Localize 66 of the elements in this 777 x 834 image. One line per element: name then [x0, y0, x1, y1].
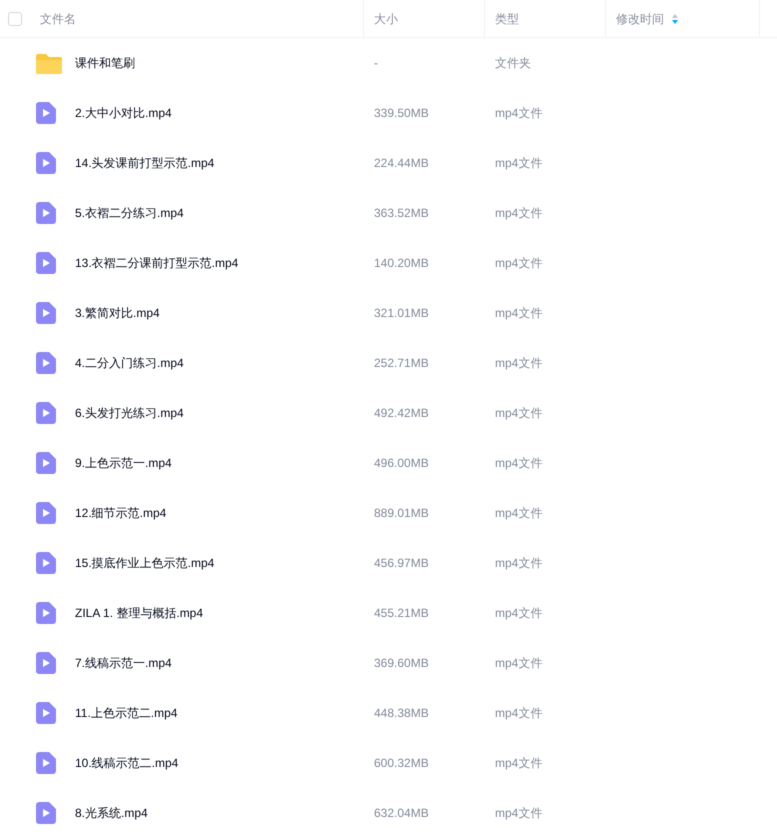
video-file-icon: [36, 302, 56, 324]
video-file-icon: [36, 752, 56, 774]
file-name[interactable]: 7.线稿示范一.mp4: [75, 654, 172, 672]
file-type: mp4文件: [495, 106, 542, 120]
file-type: mp4文件: [495, 406, 542, 420]
file-type: mp4文件: [495, 456, 542, 470]
select-all-checkbox[interactable]: [8, 12, 22, 26]
file-size: 363.52MB: [374, 206, 429, 220]
file-size: 140.20MB: [374, 256, 429, 270]
file-name[interactable]: 8.光系统.mp4: [75, 804, 148, 822]
file-type: mp4文件: [495, 606, 542, 620]
video-file-icon: [36, 452, 56, 474]
video-file-icon: [36, 402, 56, 424]
file-name[interactable]: 11.上色示范二.mp4: [75, 704, 178, 722]
file-type: mp4文件: [495, 706, 542, 720]
file-size: 321.01MB: [374, 306, 429, 320]
file-type: mp4文件: [495, 506, 542, 520]
video-file-icon: [36, 702, 56, 724]
file-name[interactable]: 3.繁简对比.mp4: [75, 304, 160, 322]
file-type: mp4文件: [495, 356, 542, 370]
video-file-icon: [36, 802, 56, 824]
file-size: 339.50MB: [374, 106, 429, 120]
file-type: mp4文件: [495, 306, 542, 320]
file-size: 492.42MB: [374, 406, 429, 420]
file-size: 632.04MB: [374, 806, 429, 820]
file-type: mp4文件: [495, 206, 542, 220]
file-size: 448.38MB: [374, 706, 429, 720]
file-name[interactable]: 15.摸底作业上色示范.mp4: [75, 554, 214, 572]
file-size: 369.60MB: [374, 656, 429, 670]
file-name[interactable]: 13.衣褶二分课前打型示范.mp4: [75, 254, 238, 272]
file-name[interactable]: 10.线稿示范二.mp4: [75, 754, 178, 772]
file-size: 496.00MB: [374, 456, 429, 470]
file-size: 600.32MB: [374, 756, 429, 770]
file-size: 455.21MB: [374, 606, 429, 620]
file-size: 224.44MB: [374, 156, 429, 170]
video-file-icon: [36, 152, 56, 174]
folder-icon: [36, 52, 62, 74]
file-name[interactable]: 14.头发课前打型示范.mp4: [75, 154, 214, 172]
file-name[interactable]: 6.头发打光练习.mp4: [75, 404, 184, 422]
file-type: mp4文件: [495, 656, 542, 670]
video-file-icon: [36, 202, 56, 224]
video-file-icon: [36, 352, 56, 374]
video-file-icon: [36, 502, 56, 524]
file-name[interactable]: ZILA 1. 整理与概括.mp4: [75, 604, 204, 622]
video-file-icon: [36, 652, 56, 674]
video-file-icon: [36, 102, 56, 124]
file-size: 252.71MB: [374, 356, 429, 370]
file-size: 889.01MB: [374, 506, 429, 520]
video-file-icon: [36, 552, 56, 574]
file-name[interactable]: 5.衣褶二分练习.mp4: [75, 204, 184, 222]
sort-icon[interactable]: [672, 14, 678, 24]
file-type: mp4文件: [495, 806, 542, 820]
file-name[interactable]: 4.二分入门练习.mp4: [75, 354, 184, 372]
file-type: mp4文件: [495, 156, 542, 170]
file-type: mp4文件: [495, 256, 542, 270]
file-type: mp4文件: [495, 756, 542, 770]
file-name[interactable]: 课件和笔刷: [75, 54, 135, 72]
file-size: -: [374, 56, 378, 70]
video-file-icon: [36, 602, 56, 624]
file-type: 文件夹: [495, 56, 531, 70]
file-size: 456.97MB: [374, 556, 429, 570]
file-type: mp4文件: [495, 556, 542, 570]
file-name[interactable]: 12.细节示范.mp4: [75, 504, 166, 522]
file-name[interactable]: 9.上色示范一.mp4: [75, 454, 172, 472]
video-file-icon: [36, 252, 56, 274]
file-name[interactable]: 2.大中小对比.mp4: [75, 104, 172, 122]
